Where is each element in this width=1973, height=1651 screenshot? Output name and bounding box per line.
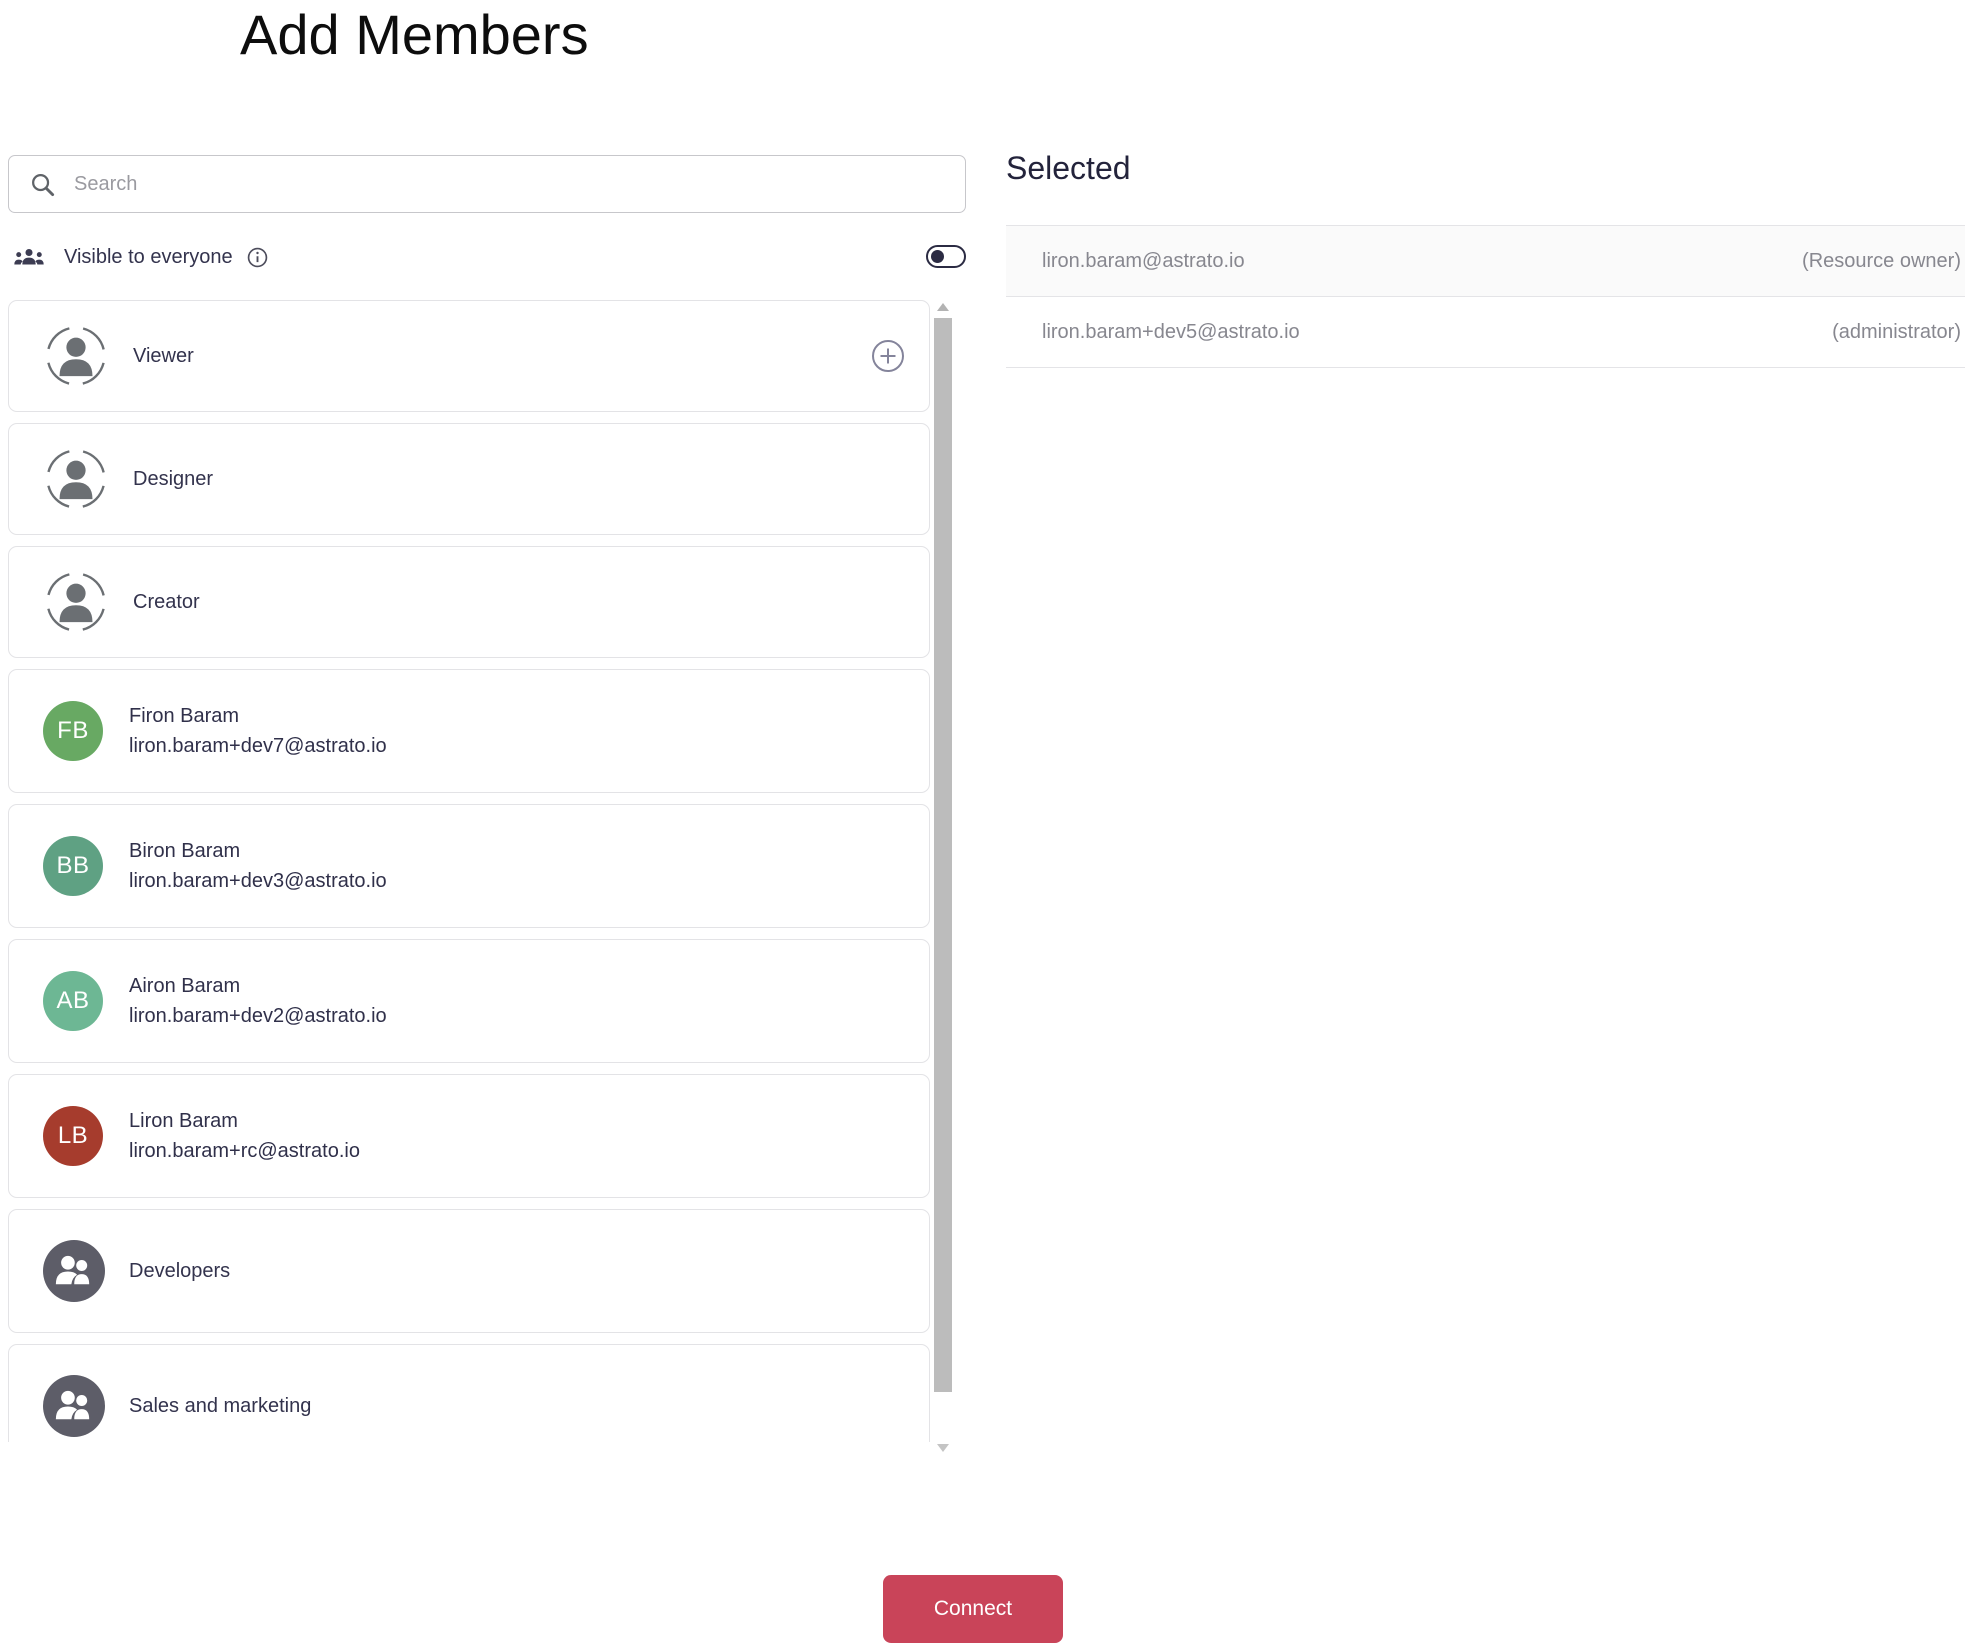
user-name: Biron Baram xyxy=(129,839,241,862)
selected-email: liron.baram@astrato.io xyxy=(1042,249,1245,272)
user-name: Liron Baram xyxy=(129,1109,238,1132)
role-label: Creator xyxy=(133,590,200,613)
list-item-user[interactable]: LB Liron Baram liron.baram+rc@astrato.io xyxy=(8,1074,930,1198)
avatar: BB xyxy=(43,836,103,896)
group-avatar-icon xyxy=(43,1240,105,1302)
selected-heading: Selected xyxy=(1006,150,1131,186)
user-email: liron.baram+rc@astrato.io xyxy=(129,1139,360,1162)
group-label: Developers xyxy=(129,1259,231,1282)
role-label: Designer xyxy=(133,467,214,490)
search-input[interactable] xyxy=(74,172,945,196)
list-item-role-creator[interactable]: Creator xyxy=(8,546,930,658)
list-item-role-viewer[interactable]: Viewer xyxy=(8,300,930,412)
groups-icon xyxy=(14,247,44,267)
avatar: FB xyxy=(43,701,103,761)
selected-role: (administrator) xyxy=(1832,320,1961,343)
list-item-role-designer[interactable]: Designer xyxy=(8,423,930,535)
selected-row[interactable]: liron.baram@astrato.io (Resource owner) xyxy=(1006,225,1965,296)
page-title: Add Members xyxy=(240,3,589,66)
user-name: Airon Baram xyxy=(129,974,241,997)
role-person-icon xyxy=(43,569,109,635)
selected-row[interactable]: liron.baram+dev5@astrato.io (administrat… xyxy=(1006,296,1965,367)
scrollbar-thumb[interactable] xyxy=(934,318,952,1392)
selected-list: liron.baram@astrato.io (Resource owner) … xyxy=(1006,225,1965,368)
selected-email: liron.baram+dev5@astrato.io xyxy=(1042,320,1300,343)
role-person-icon xyxy=(43,446,109,512)
add-members-dialog: Add Members Visible to everyone xyxy=(0,0,1973,1651)
group-avatar-icon xyxy=(43,1375,105,1437)
role-person-icon xyxy=(43,323,109,389)
search-icon xyxy=(29,171,56,198)
visibility-label: Visible to everyone xyxy=(64,245,233,268)
user-name: Firon Baram xyxy=(129,704,240,727)
selected-role: (Resource owner) xyxy=(1802,249,1961,272)
role-label: Viewer xyxy=(133,344,194,367)
visibility-row: Visible to everyone xyxy=(14,240,966,274)
scroll-up-arrow[interactable] xyxy=(937,303,949,311)
list-item-group-developers[interactable]: Developers xyxy=(8,1209,930,1333)
toggle-knob xyxy=(931,250,944,263)
add-member-button[interactable] xyxy=(871,339,905,373)
group-label: Sales and marketing xyxy=(129,1394,312,1417)
search-box[interactable] xyxy=(8,155,966,213)
list-item-user[interactable]: FB Firon Baram liron.baram+dev7@astrato.… xyxy=(8,669,930,793)
list-item-user[interactable]: AB Airon Baram liron.baram+dev2@astrato.… xyxy=(8,939,930,1063)
user-email: liron.baram+dev7@astrato.io xyxy=(129,734,387,757)
scroll-down-arrow[interactable] xyxy=(937,1444,949,1452)
list-item-group-sales[interactable]: Sales and marketing xyxy=(8,1344,930,1442)
list-scrollbar[interactable] xyxy=(934,300,952,1455)
user-email: liron.baram+dev2@astrato.io xyxy=(129,1004,387,1027)
info-icon[interactable] xyxy=(247,247,268,268)
visibility-toggle[interactable] xyxy=(926,245,966,268)
list-item-user[interactable]: BB Biron Baram liron.baram+dev3@astrato.… xyxy=(8,804,930,928)
user-email: liron.baram+dev3@astrato.io xyxy=(129,869,387,892)
member-list: Viewer Designer Creator FB Firon Baram l… xyxy=(8,300,930,1442)
connect-button[interactable]: Connect xyxy=(883,1575,1063,1643)
avatar: AB xyxy=(43,971,103,1031)
avatar: LB xyxy=(43,1106,103,1166)
